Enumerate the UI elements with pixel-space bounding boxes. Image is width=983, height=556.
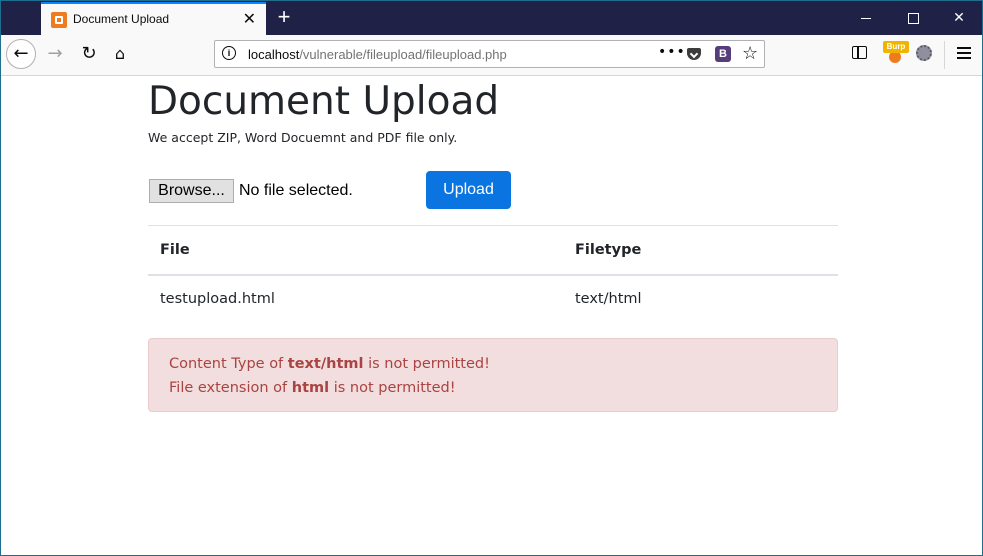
file-status-text: No file selected.: [239, 182, 353, 199]
bookmark-star-icon[interactable]: ☆: [742, 43, 758, 64]
file-name-cell: testupload.html: [160, 291, 275, 307]
alert-text: is not permitted!: [329, 380, 456, 396]
burp-label: Burp: [883, 41, 909, 53]
page-subtitle: We accept ZIP, Word Docuemnt and PDF fil…: [148, 130, 458, 145]
maximize-icon: [907, 12, 919, 24]
close-window-button[interactable]: ✕: [936, 1, 982, 35]
sidebar-toggle-icon[interactable]: [852, 46, 867, 59]
browse-button[interactable]: Browse...: [149, 179, 234, 203]
title-bar: Document Upload ✕ + ✕: [1, 1, 982, 35]
navigation-toolbar: ← → ↻ ⌂ i localhost/vulnerable/fileuploa…: [1, 35, 982, 76]
tab-close-icon[interactable]: ✕: [243, 10, 256, 28]
alert-extension-value: html: [291, 380, 330, 396]
alert-content-type-message: Content Type of text/html is not permitt…: [169, 356, 490, 372]
page-title: Document Upload: [148, 79, 500, 124]
forward-button[interactable]: →: [43, 43, 67, 67]
page-content: Document Upload We accept ZIP, Word Docu…: [1, 76, 982, 555]
home-button[interactable]: ⌂: [108, 43, 132, 67]
table-row: testupload.html text/html: [148, 276, 838, 324]
column-header-file: File: [160, 242, 190, 258]
toolbar-divider: [944, 41, 945, 69]
page-actions-icon[interactable]: •••: [658, 44, 686, 60]
url-path: /vulnerable/fileupload/fileupload.php: [299, 47, 507, 62]
tab-title: Document Upload: [73, 12, 170, 26]
column-header-filetype: Filetype: [575, 242, 642, 258]
site-info-icon[interactable]: i: [222, 46, 236, 60]
error-alert: Content Type of text/html is not permitt…: [148, 338, 838, 412]
reload-button[interactable]: ↻: [77, 43, 101, 67]
url-text[interactable]: localhost/vulnerable/fileupload/fileuplo…: [248, 47, 507, 62]
bootstrap-extension-icon[interactable]: B: [715, 46, 731, 62]
gear-icon[interactable]: [916, 45, 932, 61]
url-bar[interactable]: i localhost/vulnerable/fileupload/fileup…: [214, 40, 765, 68]
pocket-icon[interactable]: [687, 48, 701, 60]
hamburger-menu-icon[interactable]: [957, 46, 971, 60]
uploaded-files-table: File Filetype testupload.html text/html: [148, 225, 838, 324]
burp-extension-icon[interactable]: Burp: [883, 41, 909, 65]
back-button[interactable]: ←: [6, 39, 36, 69]
minimize-icon: [861, 17, 871, 19]
table-header-row: File Filetype: [148, 226, 838, 276]
browser-tab[interactable]: Document Upload ✕: [41, 2, 266, 35]
browser-window: Document Upload ✕ + ✕ ← → ↻ ⌂ i localhos…: [0, 0, 983, 556]
upload-button[interactable]: Upload: [426, 171, 511, 209]
minimize-button[interactable]: [843, 1, 889, 35]
new-tab-button[interactable]: +: [273, 5, 295, 29]
alert-content-type-value: text/html: [287, 356, 364, 372]
xampp-favicon-icon: [51, 12, 67, 28]
file-type-cell: text/html: [575, 291, 642, 307]
url-host: localhost: [248, 47, 300, 62]
alert-text: is not permitted!: [363, 356, 490, 372]
alert-text: File extension of: [169, 380, 292, 396]
alert-text: Content Type of: [169, 356, 288, 372]
maximize-button[interactable]: [890, 1, 936, 35]
alert-extension-message: File extension of html is not permitted!: [169, 380, 456, 396]
